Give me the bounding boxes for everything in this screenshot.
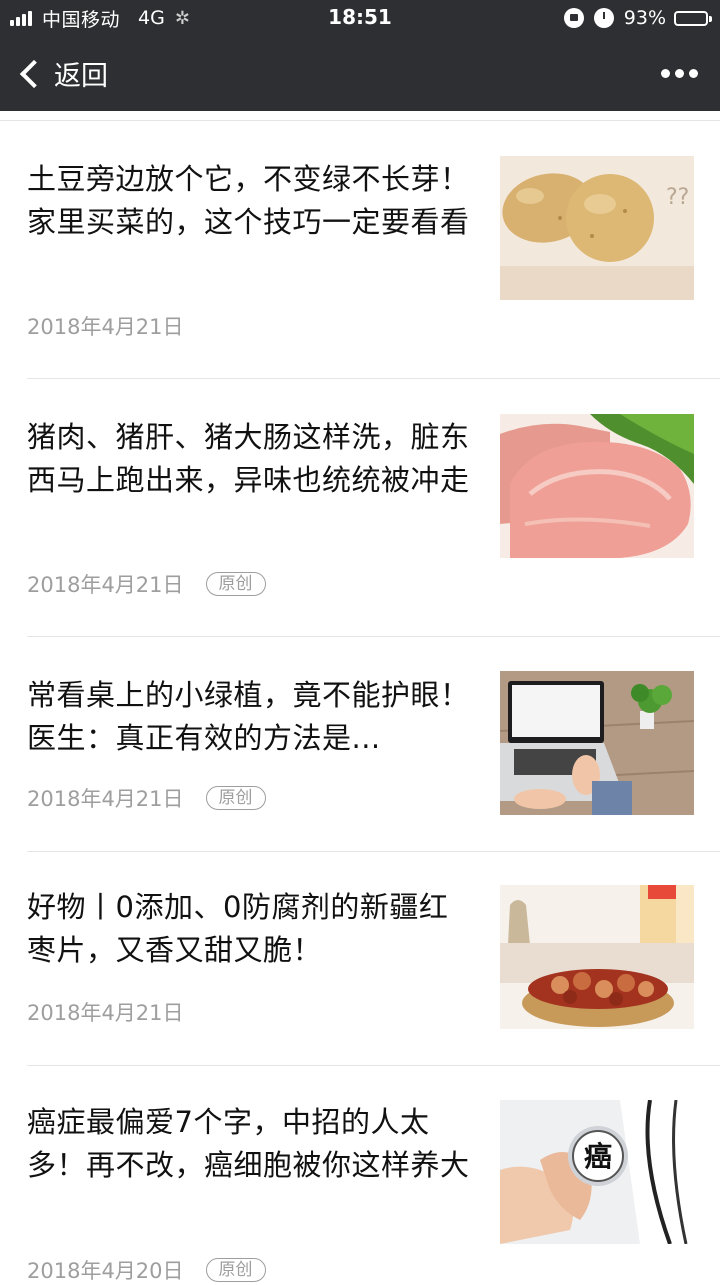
chevron-left-icon bbox=[19, 59, 49, 88]
back-button[interactable]: 返回 bbox=[14, 36, 108, 111]
more-dot-icon bbox=[689, 69, 698, 78]
article-thumbnail-pork bbox=[500, 414, 694, 558]
stethoscope-image: 癌 bbox=[500, 1100, 694, 1244]
more-dot-icon bbox=[675, 69, 684, 78]
thumb-cancer-char: 癌 bbox=[584, 1140, 612, 1173]
article-thumbnail-jujube bbox=[500, 885, 694, 1029]
potatoes-image: ?? bbox=[500, 156, 694, 300]
article-thumbnail-laptop bbox=[500, 671, 694, 815]
article-item[interactable]: 好物丨0添加、0防腐剂的新疆红枣片，又香又甜又脆！ 2018年4月21日 bbox=[0, 852, 720, 1066]
original-badge: 原创 bbox=[205, 1258, 266, 1282]
article-item[interactable]: 常看桌上的小绿植，竟不能护眼！医生：真正有效的方法是... 2018年4月21日… bbox=[0, 637, 720, 852]
battery-icon bbox=[674, 10, 712, 26]
pork-image bbox=[500, 414, 694, 558]
rotation-lock-icon bbox=[563, 8, 584, 28]
original-badge: 原创 bbox=[205, 786, 266, 810]
back-label: 返回 bbox=[54, 61, 108, 92]
jujube-image bbox=[500, 885, 694, 1029]
article-meta: 2018年4月20日 原创 bbox=[27, 1255, 266, 1285]
article-date: 2018年4月21日 bbox=[27, 1001, 184, 1025]
laptop-image bbox=[500, 671, 694, 815]
article-date: 2018年4月21日 bbox=[27, 573, 184, 597]
alarm-icon bbox=[593, 8, 614, 28]
battery-percent: 93% bbox=[623, 7, 666, 29]
article-item[interactable]: 土豆旁边放个它，不变绿不长芽！家里买菜的，这个技巧一定要看看 2018年4月21… bbox=[0, 121, 720, 379]
status-bar: 中国移动 4G ✲ 18:51 93% bbox=[0, 0, 720, 36]
article-meta: 2018年4月21日 bbox=[27, 311, 184, 341]
article-date: 2018年4月21日 bbox=[27, 315, 184, 339]
article-thumbnail-stethoscope: 癌 bbox=[500, 1100, 694, 1244]
article-thumbnail-potatoes: ?? bbox=[500, 156, 694, 300]
article-title: 癌症最偏爱7个字，中招的人太多！再不改，癌细胞被你这样养大 bbox=[27, 1105, 470, 1182]
article-meta: 2018年4月21日 bbox=[27, 997, 184, 1027]
article-item[interactable]: 猪肉、猪肝、猪大肠这样洗，脏东西马上跑出来，异味也统统被冲走 2018年4月21… bbox=[0, 379, 720, 637]
article-title: 常看桌上的小绿植，竟不能护眼！医生：真正有效的方法是... bbox=[27, 678, 470, 755]
nav-bar: 返回 bbox=[0, 36, 720, 111]
article-title: 猪肉、猪肝、猪大肠这样洗，脏东西马上跑出来，异味也统统被冲走 bbox=[27, 420, 470, 497]
article-date: 2018年4月20日 bbox=[27, 1259, 184, 1283]
article-meta: 2018年4月21日 原创 bbox=[27, 569, 266, 599]
more-dot-icon bbox=[661, 69, 670, 78]
status-right: 93% bbox=[563, 6, 712, 30]
article-title: 好物丨0添加、0防腐剂的新疆红枣片，又香又甜又脆！ bbox=[27, 890, 449, 967]
original-badge: 原创 bbox=[205, 572, 266, 596]
more-options-button[interactable] bbox=[656, 36, 698, 111]
thumb-question-marks: ?? bbox=[666, 185, 689, 210]
article-meta: 2018年4月21日 原创 bbox=[27, 783, 266, 813]
article-title: 土豆旁边放个它，不变绿不长芽！家里买菜的，这个技巧一定要看看 bbox=[27, 162, 470, 239]
article-item[interactable]: 癌症最偏爱7个字，中招的人太多！再不改，癌细胞被你这样养大 2018年4月20日… bbox=[0, 1066, 720, 1283]
article-date: 2018年4月21日 bbox=[27, 787, 184, 811]
